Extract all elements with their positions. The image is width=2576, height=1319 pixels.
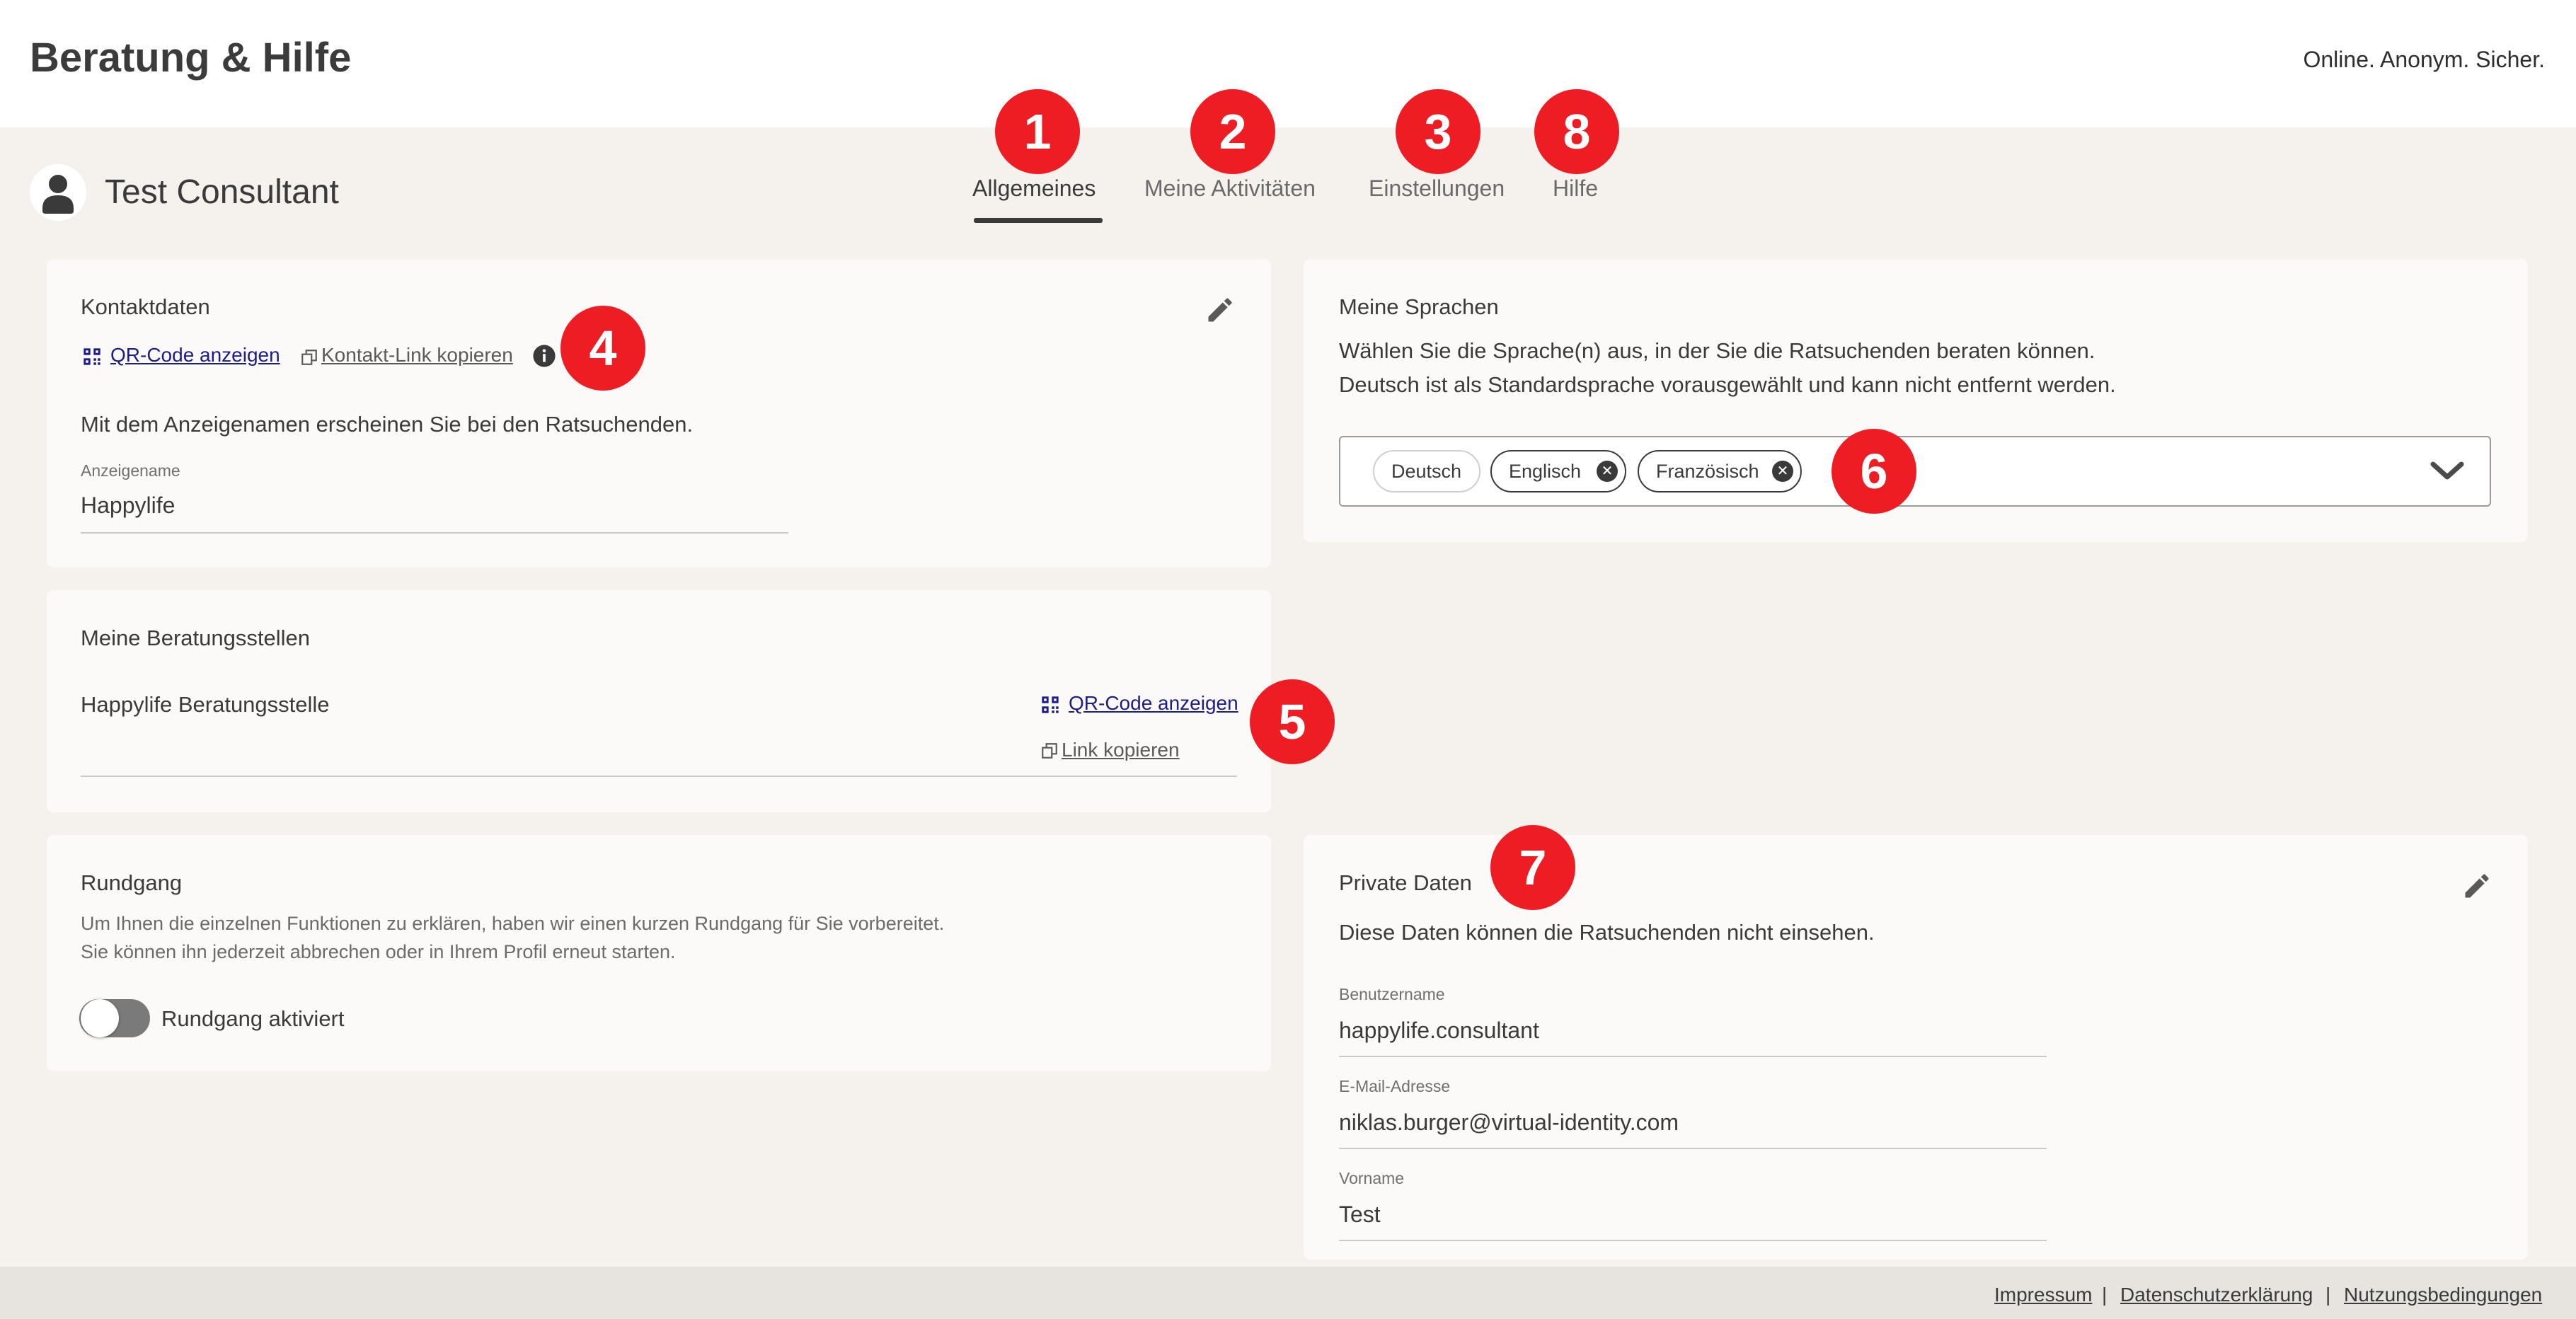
office-name: Happylife Beratungsstelle bbox=[81, 692, 330, 717]
contact-copy-link[interactable]: Kontakt-Link kopieren bbox=[321, 344, 513, 367]
brand-title: Beratung & Hilfe bbox=[30, 35, 352, 81]
languages-card-title: Meine Sprachen bbox=[1339, 294, 1499, 319]
tab-allgemeines[interactable]: Allgemeines bbox=[972, 175, 1096, 202]
edit-icon[interactable] bbox=[2461, 870, 2492, 902]
email-label: E-Mail-Adresse bbox=[1339, 1077, 1451, 1095]
display-name-label: Anzeigename bbox=[81, 461, 180, 480]
tour-text-line1: Um Ihnen die einzelnen Funktionen zu erk… bbox=[81, 913, 945, 934]
language-chip-franzoesisch: Französisch ✕ bbox=[1638, 450, 1802, 493]
marker-4: 4 bbox=[560, 306, 645, 391]
tab-einstellungen[interactable]: Einstellungen bbox=[1369, 175, 1505, 202]
office-qr-code-link[interactable]: QR-Code anzeigen bbox=[1069, 692, 1238, 715]
language-chip-englisch: Englisch ✕ bbox=[1490, 450, 1626, 493]
languages-text-line1: Wählen Sie die Sprache(n) aus, in der Si… bbox=[1339, 338, 2095, 363]
marker-1: 1 bbox=[995, 89, 1080, 174]
private-data-description: Diese Daten können die Ratsuchenden nich… bbox=[1339, 920, 1875, 945]
contact-card-title: Kontaktdaten bbox=[81, 294, 210, 319]
username-field[interactable]: happylife.consultant bbox=[1339, 1018, 1539, 1044]
tab-meine-aktivitaeten[interactable]: Meine Aktivitäten bbox=[1144, 175, 1316, 202]
username-label: Benutzername bbox=[1339, 985, 1445, 1003]
language-chip-label: Englisch bbox=[1509, 461, 1582, 482]
remove-language-icon[interactable]: ✕ bbox=[1597, 461, 1618, 482]
firstname-label: Vorname bbox=[1339, 1169, 1405, 1187]
footer-separator: | bbox=[2325, 1284, 2331, 1306]
display-name-underline bbox=[81, 532, 788, 534]
offices-card-title: Meine Beratungsstellen bbox=[81, 626, 310, 650]
tour-text-line2: Sie können ihn jederzeit abbrechen oder … bbox=[81, 941, 676, 962]
qr-code-icon bbox=[1042, 696, 1059, 713]
consultant-name: Test Consultant bbox=[105, 173, 339, 211]
contact-qr-code-link[interactable]: QR-Code anzeigen bbox=[110, 344, 280, 367]
marker-6: 6 bbox=[1832, 429, 1916, 514]
contact-description: Mit dem Anzeigenamen erscheinen Sie bei … bbox=[81, 412, 694, 437]
display-name-field[interactable]: Happylife bbox=[81, 493, 175, 519]
language-chip-label: Französisch bbox=[1656, 461, 1759, 482]
marker-5: 5 bbox=[1250, 679, 1335, 764]
qr-code-icon bbox=[84, 348, 100, 365]
marker-3: 3 bbox=[1396, 89, 1480, 174]
language-chip-deutsch: Deutsch bbox=[1373, 450, 1480, 493]
private-data-title: Private Daten bbox=[1339, 870, 1472, 895]
copy-icon bbox=[301, 350, 317, 365]
username-underline bbox=[1339, 1056, 2047, 1057]
firstname-underline bbox=[1339, 1240, 2047, 1241]
active-tab-indicator bbox=[974, 218, 1103, 223]
private-data-card bbox=[1304, 835, 2528, 1260]
marker-2: 2 bbox=[1190, 89, 1275, 174]
office-copy-link[interactable]: Link kopieren bbox=[1062, 739, 1180, 761]
email-underline bbox=[1339, 1148, 2047, 1149]
edit-icon[interactable] bbox=[1204, 294, 1236, 326]
footer-link-datenschutz[interactable]: Datenschutzerklärung bbox=[2120, 1284, 2313, 1306]
top-bar bbox=[0, 0, 2576, 127]
marker-7: 7 bbox=[1490, 825, 1575, 910]
tour-toggle-knob bbox=[81, 999, 119, 1037]
chevron-down-icon[interactable] bbox=[2429, 459, 2466, 484]
remove-language-icon[interactable]: ✕ bbox=[1772, 461, 1793, 482]
tour-toggle-label: Rundgang aktiviert bbox=[161, 1006, 345, 1031]
email-field[interactable]: niklas.burger@virtual-identity.com bbox=[1339, 1110, 1679, 1136]
copy-icon bbox=[1042, 743, 1057, 759]
tour-card-title: Rundgang bbox=[81, 870, 183, 895]
user-icon bbox=[42, 175, 74, 214]
tab-hilfe[interactable]: Hilfe bbox=[1553, 175, 1598, 202]
footer-link-nutzungsbedingungen[interactable]: Nutzungsbedingungen bbox=[2344, 1284, 2542, 1306]
marker-8: 8 bbox=[1534, 89, 1619, 174]
info-icon[interactable] bbox=[532, 344, 556, 368]
avatar bbox=[30, 164, 86, 221]
office-divider bbox=[81, 776, 1237, 777]
language-chip-label: Deutsch bbox=[1391, 461, 1462, 482]
footer-link-impressum[interactable]: Impressum bbox=[1994, 1284, 2092, 1306]
languages-text-line2: Deutsch ist als Standardsprache vorausge… bbox=[1339, 372, 2116, 397]
firstname-field[interactable]: Test bbox=[1339, 1202, 1381, 1228]
tagline: Online. Anonym. Sicher. bbox=[2303, 47, 2545, 72]
footer-separator: | bbox=[2102, 1284, 2108, 1306]
